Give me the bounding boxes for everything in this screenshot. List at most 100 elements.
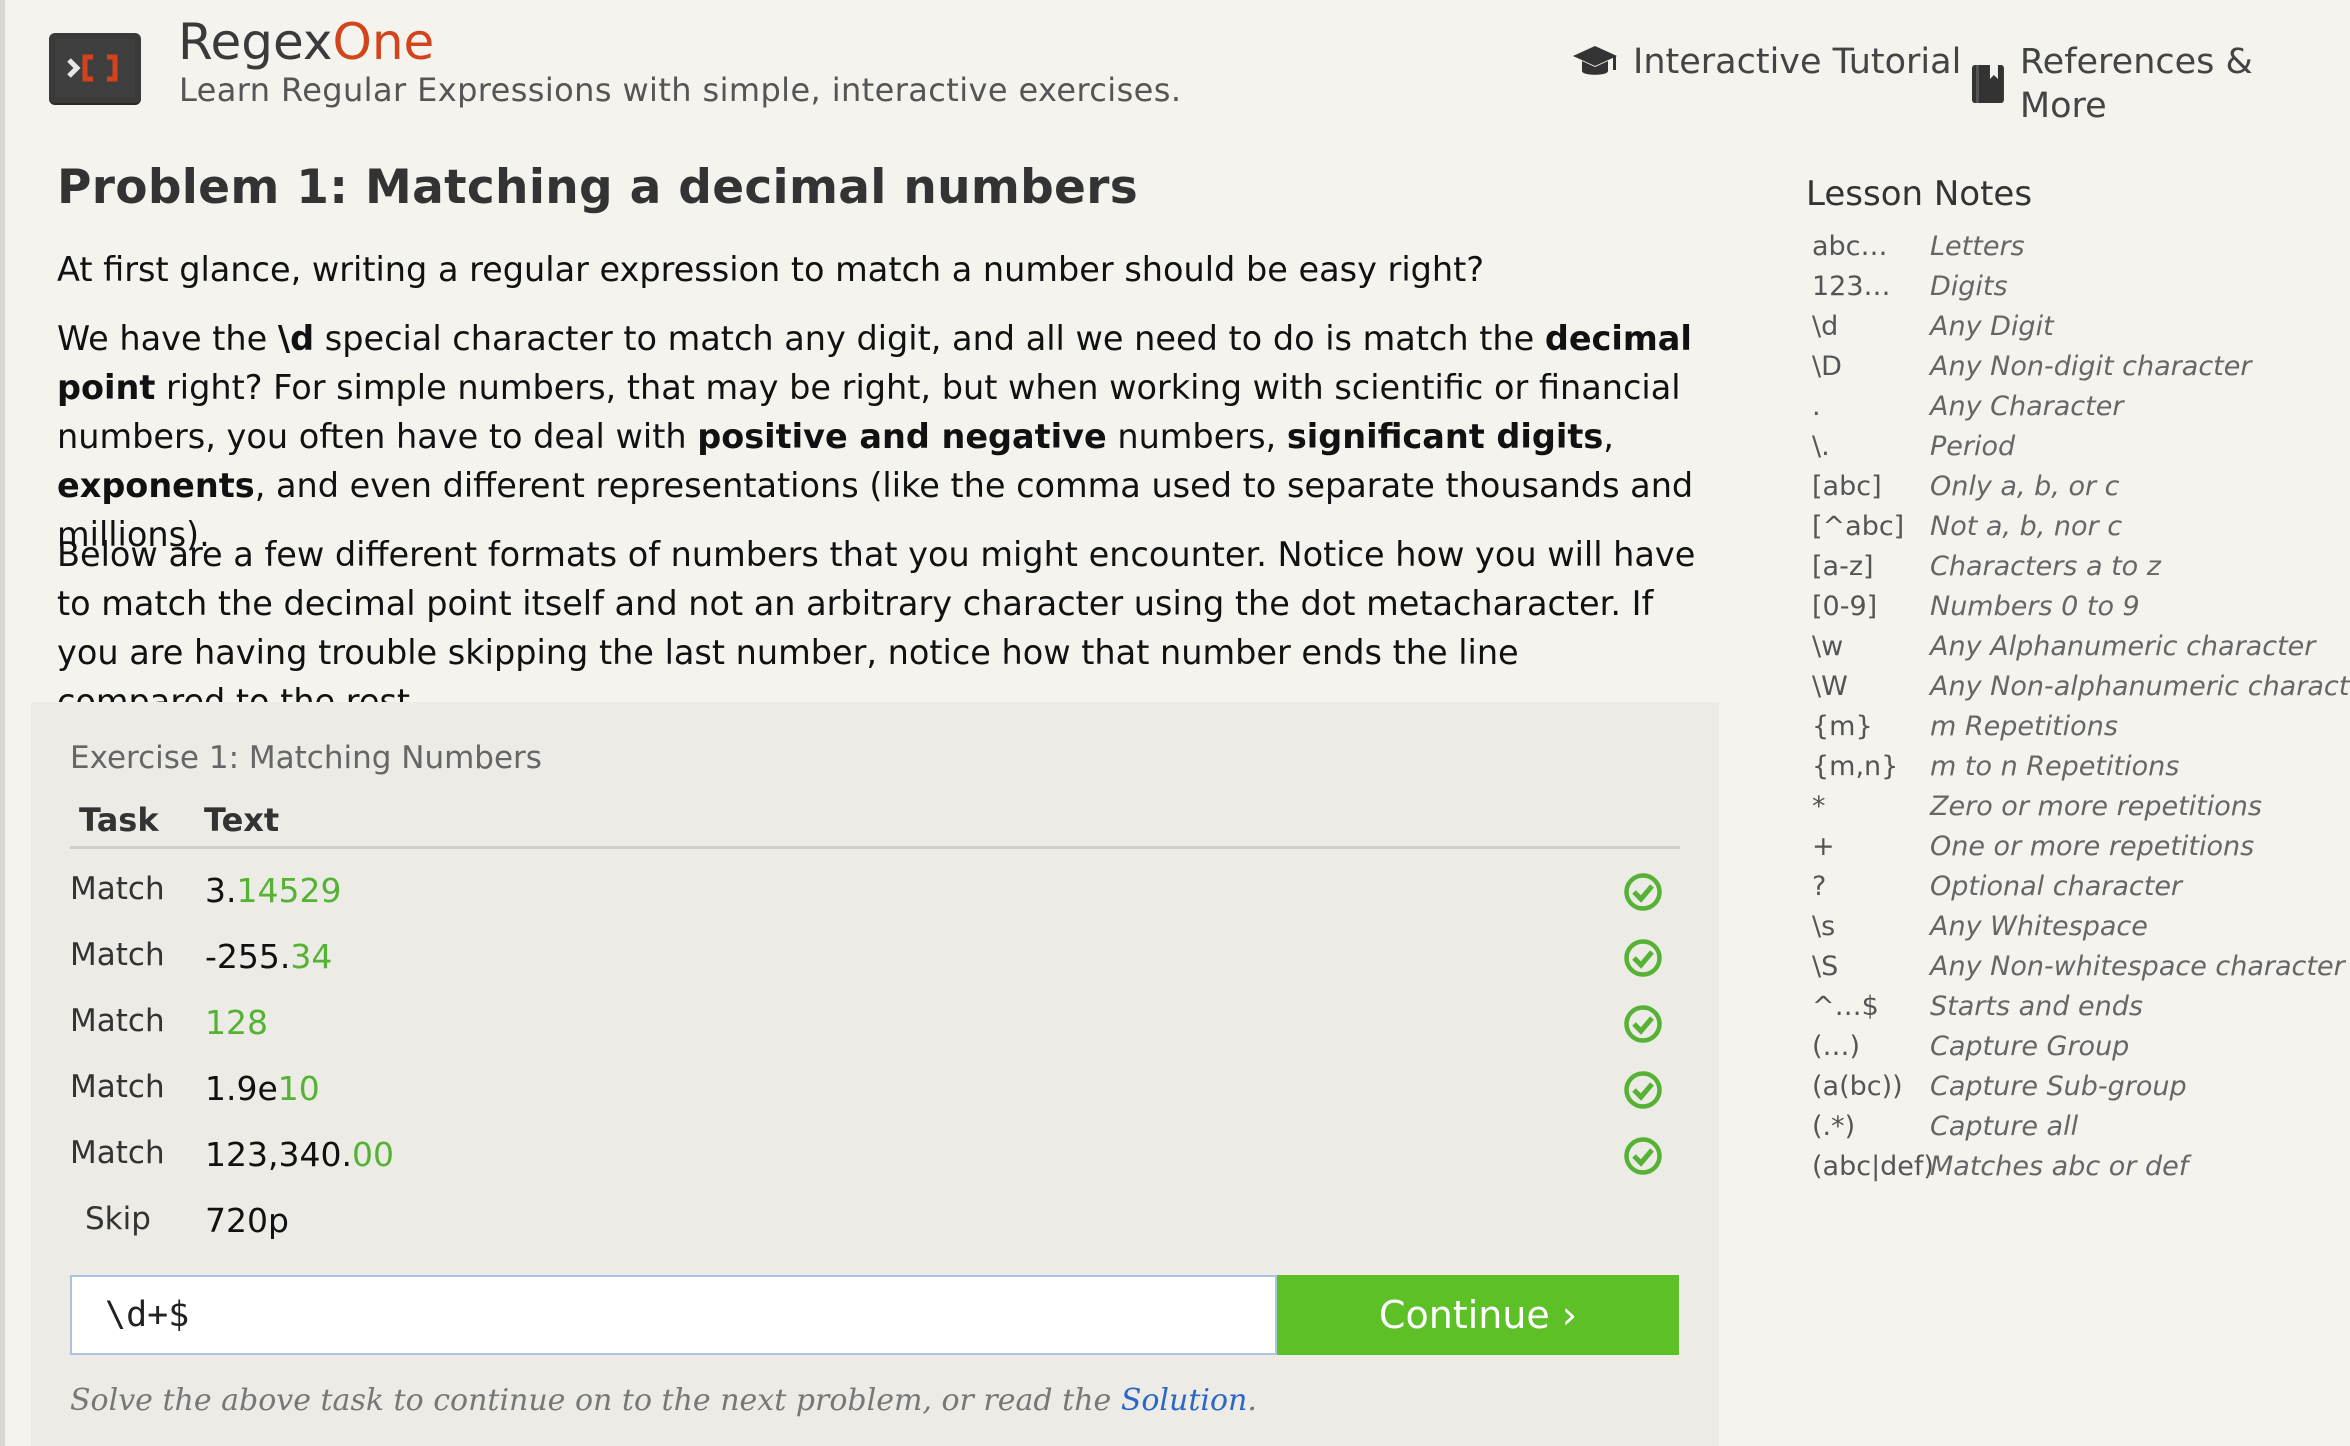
note-description: m Repetitions bbox=[1930, 711, 2118, 742]
table-row: Match 123,340.00 bbox=[0, 1130, 1700, 1196]
note-syntax: (…) bbox=[1812, 1031, 1861, 1062]
lesson-note-item: (abc|def) Matches abc or def bbox=[1812, 1147, 2350, 1187]
note-description: Zero or more repetitions bbox=[1930, 791, 2262, 822]
brand-main: Regex bbox=[178, 13, 333, 71]
note-description: Any Alphanumeric character bbox=[1930, 631, 2316, 662]
note-description: Any Digit bbox=[1930, 311, 2054, 342]
regex-input[interactable] bbox=[70, 1275, 1277, 1355]
note-syntax: 123… bbox=[1812, 271, 1891, 302]
note-syntax: (abc|def) bbox=[1812, 1151, 1934, 1182]
task-label: Skip bbox=[85, 1201, 151, 1237]
exercise-footnote: Solve the above task to continue on to t… bbox=[70, 1383, 1257, 1418]
check-circle-icon bbox=[1624, 1005, 1662, 1043]
note-syntax: [0-9] bbox=[1812, 591, 1878, 622]
lesson-note-item: (a(bc)) Capture Sub-group bbox=[1812, 1067, 2350, 1107]
note-description: Only a, b, or c bbox=[1930, 471, 2120, 502]
check-circle-icon bbox=[1624, 939, 1662, 977]
lesson-note-item: \D Any Non-digit character bbox=[1812, 347, 2350, 387]
note-syntax: \w bbox=[1812, 631, 1844, 662]
note-description: Any Non-alphanumeric character bbox=[1930, 671, 2350, 702]
note-description: Numbers 0 to 9 bbox=[1930, 591, 2140, 622]
lesson-note-item: + One or more repetitions bbox=[1812, 827, 2350, 867]
table-row: Match -255.34 bbox=[0, 932, 1700, 998]
note-description: Period bbox=[1930, 431, 2016, 462]
tagline: Learn Regular Expressions with simple, i… bbox=[179, 71, 1182, 109]
note-syntax: {m} bbox=[1812, 711, 1873, 742]
task-text: 720p bbox=[205, 1201, 289, 1240]
note-syntax: [abc] bbox=[1812, 471, 1882, 502]
note-syntax: [a-z] bbox=[1812, 551, 1874, 582]
regexone-logo-icon[interactable] bbox=[49, 33, 141, 103]
note-syntax: abc… bbox=[1812, 231, 1888, 262]
note-description: Characters a to z bbox=[1930, 551, 2161, 582]
graduation-cap-icon bbox=[1573, 46, 1617, 75]
note-description: m to n Repetitions bbox=[1930, 751, 2180, 782]
note-syntax: (.*) bbox=[1812, 1111, 1856, 1142]
note-syntax: . bbox=[1812, 391, 1821, 422]
note-syntax: \S bbox=[1812, 951, 1839, 982]
explanation-paragraph: We have the \d special character to matc… bbox=[57, 319, 1694, 554]
lesson-note-item: ^…$ Starts and ends bbox=[1812, 987, 2350, 1027]
lesson-note-item: \. Period bbox=[1812, 427, 2350, 467]
task-text: 1.9e10 bbox=[205, 1069, 320, 1108]
note-description: Starts and ends bbox=[1930, 991, 2143, 1022]
note-description: Digits bbox=[1930, 271, 2008, 302]
lesson-note-item: \d Any Digit bbox=[1812, 307, 2350, 347]
task-text: 123,340.00 bbox=[205, 1135, 394, 1174]
nav-references[interactable]: References & More bbox=[1970, 40, 2350, 128]
lesson-note-item: ? Optional character bbox=[1812, 867, 2350, 907]
lesson-notes-title: Lesson Notes bbox=[1806, 174, 2033, 214]
nav-references-label: References & More bbox=[2019, 42, 2253, 126]
lesson-note-item: \w Any Alphanumeric character bbox=[1812, 627, 2350, 667]
note-syntax: \s bbox=[1812, 911, 1836, 942]
exercise-title: Exercise 1: Matching Numbers bbox=[70, 740, 542, 776]
note-description: Letters bbox=[1930, 231, 2025, 262]
lesson-note-item: {m} m Repetitions bbox=[1812, 707, 2350, 747]
note-description: Capture Group bbox=[1930, 1031, 2130, 1062]
solution-link[interactable]: Solution bbox=[1121, 1383, 1248, 1418]
instructions-paragraph: Below are a few different formats of num… bbox=[57, 535, 1696, 721]
lesson-note-item: {m,n} m to n Repetitions bbox=[1812, 747, 2350, 787]
note-syntax: \d bbox=[1812, 311, 1839, 342]
lesson-note-item: [0-9] Numbers 0 to 9 bbox=[1812, 587, 2350, 627]
table-row: Skip 720p bbox=[0, 1196, 1700, 1262]
brand-name[interactable]: RegexOne bbox=[178, 14, 434, 70]
check-circle-icon bbox=[1624, 873, 1662, 911]
note-syntax: \. bbox=[1812, 431, 1830, 462]
task-text: 128 bbox=[205, 1003, 268, 1042]
task-label: Match bbox=[70, 1069, 165, 1105]
note-syntax: ? bbox=[1812, 871, 1827, 902]
lesson-note-item: \s Any Whitespace bbox=[1812, 907, 2350, 947]
table-row: Match 128 bbox=[0, 998, 1700, 1064]
lesson-note-item: \W Any Non-alphanumeric character bbox=[1812, 667, 2350, 707]
table-row: Match 1.9e10 bbox=[0, 1064, 1700, 1130]
column-header-task: Task bbox=[79, 801, 159, 839]
lesson-note-item: . Any Character bbox=[1812, 387, 2350, 427]
note-description: Any Non-whitespace character bbox=[1930, 951, 2345, 982]
note-syntax: {m,n} bbox=[1812, 751, 1899, 782]
task-label: Match bbox=[70, 1135, 165, 1171]
lesson-note-item: (.*) Capture all bbox=[1812, 1107, 2350, 1147]
lesson-note-item: 123… Digits bbox=[1812, 267, 2350, 307]
lesson-note-item: [abc] Only a, b, or c bbox=[1812, 467, 2350, 507]
note-syntax: * bbox=[1812, 791, 1826, 822]
note-description: Any Character bbox=[1930, 391, 2124, 422]
task-text: -255.34 bbox=[205, 937, 333, 976]
note-description: Not a, b, nor c bbox=[1930, 511, 2123, 542]
intro-paragraph: At first glance, writing a regular expre… bbox=[57, 250, 1485, 289]
book-icon bbox=[1971, 65, 2004, 103]
lesson-notes-list: abc… Letters 123… Digits \d Any Digit \D Any… bbox=[1812, 227, 2350, 1187]
note-syntax: + bbox=[1812, 831, 1835, 862]
task-label: Match bbox=[70, 1003, 165, 1039]
note-syntax: ^…$ bbox=[1812, 991, 1879, 1022]
lesson-note-item: [^abc] Not a, b, nor c bbox=[1812, 507, 2350, 547]
note-description: Any Non-digit character bbox=[1930, 351, 2252, 382]
table-header-divider bbox=[70, 846, 1680, 849]
lesson-note-item: * Zero or more repetitions bbox=[1812, 787, 2350, 827]
nav-interactive-tutorial[interactable]: Interactive Tutorial bbox=[1571, 40, 1961, 84]
note-description: Matches abc or def bbox=[1930, 1151, 2189, 1182]
check-circle-icon bbox=[1624, 1137, 1662, 1175]
continue-button[interactable]: Continue › bbox=[1277, 1275, 1679, 1355]
note-syntax: (a(bc)) bbox=[1812, 1071, 1903, 1102]
column-header-text: Text bbox=[204, 801, 280, 839]
